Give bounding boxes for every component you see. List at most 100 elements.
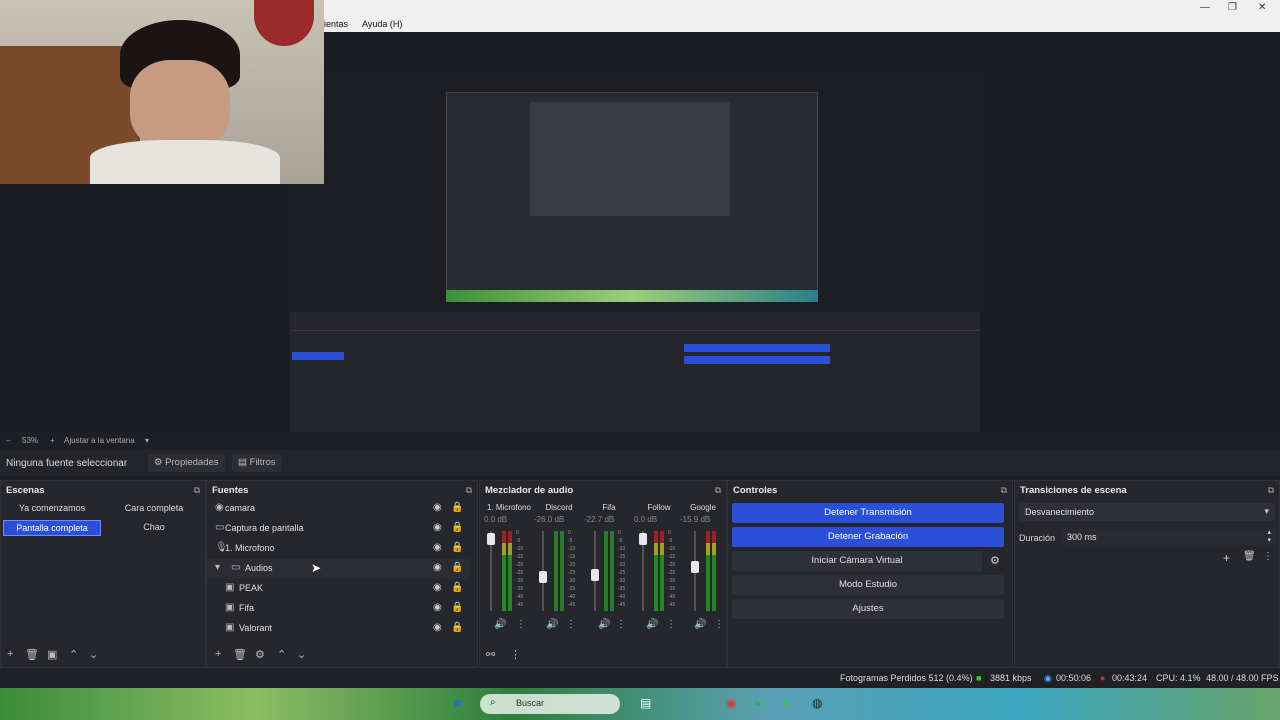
add-scene-icon[interactable]: + — [7, 648, 13, 660]
fit-to-window[interactable]: Ajustar a la ventana — [64, 436, 135, 445]
more-icon[interactable]: ⋮ — [510, 648, 521, 661]
duration-input[interactable]: 300 ms ▴ ▾ — [1061, 529, 1275, 545]
spotify-icon[interactable]: ● — [754, 696, 761, 710]
stop-stream-button[interactable]: Detener Transmisión — [732, 503, 1004, 523]
source-item-peak[interactable]: ▣ PEAK ◉ 🔒 — [207, 579, 469, 599]
scene-chao[interactable]: Chao — [105, 520, 203, 536]
more-icon[interactable]: ⋮ — [666, 619, 676, 630]
dock-menu-icon[interactable]: ⧉ — [194, 485, 200, 496]
close-button[interactable]: ✕ — [1258, 2, 1266, 13]
speaker-icon[interactable]: 🔊 — [546, 619, 558, 630]
source-item-captura[interactable]: ▭ Captura de pantalla ◉ 🔒 — [207, 519, 469, 539]
lock-icon[interactable]: 🔒 — [451, 542, 463, 553]
source-item-camara[interactable]: ◉ camara ◉ 🔒 — [207, 499, 469, 519]
gear-icon[interactable]: ⚙ — [990, 554, 1000, 567]
eye-icon[interactable]: ◉ — [433, 562, 442, 573]
eye-icon[interactable]: ◉ — [433, 502, 442, 513]
filters-button[interactable]: ▤ Filtros — [232, 454, 282, 472]
move-down-icon[interactable]: ⌄ — [297, 648, 306, 661]
chrome-icon[interactable]: ◉ — [726, 696, 736, 710]
menu-help[interactable]: Ayuda (H) — [362, 19, 402, 29]
start-icon[interactable]: ■ — [454, 696, 461, 710]
stepper-icon[interactable]: ▴ ▾ — [1267, 529, 1271, 545]
volume-fader[interactable] — [591, 569, 599, 581]
zoom-plus-button[interactable]: + — [50, 436, 55, 445]
source-item-fifa[interactable]: ▣ Fifa ◉ 🔒 — [207, 599, 469, 619]
volume-fader[interactable] — [487, 533, 495, 545]
level-meter — [660, 531, 664, 611]
more-icon[interactable]: ⋮ — [1263, 551, 1273, 562]
source-item-microfono[interactable]: 🎙 1. Microfono ◉ 🔒 — [207, 539, 469, 559]
virtual-camera-button[interactable]: Iniciar Cámara Virtual — [732, 551, 982, 571]
lock-icon[interactable]: 🔒 — [451, 602, 463, 613]
dock-menu-icon[interactable]: ⧉ — [1268, 485, 1274, 496]
speaker-icon[interactable]: 🔊 — [598, 619, 610, 630]
speaker-icon[interactable]: 🔊 — [694, 619, 706, 630]
taskview-icon[interactable]: ▤ — [640, 696, 651, 710]
eye-icon[interactable]: ◉ — [433, 622, 442, 633]
trash-icon[interactable]: 🗑 — [1243, 551, 1256, 562]
gear-icon: ⚙ — [154, 457, 163, 468]
mixer-channel-discord: Discord -26.0 dB 0 -5 -10 -15 -20 -25 -30 -35 -4… — [534, 501, 584, 641]
scene-cara-completa[interactable]: Cara completa — [105, 501, 203, 517]
duration-value: 300 ms — [1067, 532, 1097, 542]
add-source-icon[interactable]: + — [215, 648, 221, 660]
maximize-button[interactable]: ❐ — [1228, 2, 1237, 13]
move-down-icon[interactable]: ⌄ — [89, 648, 98, 661]
chevron-down-icon[interactable]: ▾ — [215, 562, 220, 573]
move-up-icon[interactable]: ⌃ — [277, 648, 286, 661]
volume-fader[interactable] — [691, 561, 699, 573]
channel-db: -26.0 dB — [534, 515, 565, 524]
whatsapp-icon[interactable]: ● — [782, 696, 789, 710]
gear-icon[interactable]: ⚙ — [255, 648, 265, 661]
more-icon[interactable]: ⋮ — [566, 619, 576, 630]
lock-icon[interactable]: 🔒 — [451, 582, 463, 593]
settings-button[interactable]: Ajustes — [732, 599, 1004, 619]
webcam-feed — [0, 0, 324, 184]
lock-icon[interactable]: 🔒 — [451, 562, 463, 573]
dock-menu-icon[interactable]: ⧉ — [715, 485, 721, 496]
no-source-label: Ninguna fuente seleccionar — [6, 458, 128, 469]
dock-menu-icon[interactable]: ⧉ — [1001, 485, 1007, 496]
stop-record-button[interactable]: Detener Grabación — [732, 527, 1004, 547]
minimize-button[interactable]: — — [1200, 2, 1210, 13]
preview-canvas[interactable] — [290, 72, 980, 460]
speaker-icon[interactable]: 🔊 — [494, 619, 506, 630]
volume-fader[interactable] — [639, 533, 647, 545]
eye-icon[interactable]: ◉ — [433, 602, 442, 613]
properties-button[interactable]: ⚙ Propiedades — [148, 454, 225, 472]
level-meter — [502, 531, 506, 611]
scene-pantalla-completa[interactable]: Pantalla completa — [3, 520, 101, 536]
level-meter — [654, 531, 658, 611]
obs-icon[interactable]: ◍ — [812, 696, 822, 710]
more-icon[interactable]: ⋮ — [616, 619, 626, 630]
eye-icon[interactable]: ◉ — [433, 582, 442, 593]
dock-menu-icon[interactable]: ⧉ — [466, 485, 472, 496]
speaker-icon[interactable]: 🔊 — [646, 619, 658, 630]
source-item-audios[interactable]: ▾ ▭ Audios ◉ 🔒 — [207, 559, 469, 579]
scene-filter-icon[interactable]: ▣ — [47, 648, 57, 661]
lock-icon[interactable]: 🔒 — [451, 502, 463, 513]
more-icon[interactable]: ⋮ — [714, 619, 724, 630]
eye-icon[interactable]: ◉ — [433, 542, 442, 553]
lock-icon[interactable]: 🔒 — [451, 622, 463, 633]
lock-icon[interactable]: 🔒 — [451, 522, 463, 533]
menu-tools[interactable]: ientas — [324, 19, 348, 29]
trash-icon[interactable]: 🗑 — [233, 648, 247, 661]
studio-mode-button[interactable]: Modo Estudio — [732, 575, 1004, 595]
trash-icon[interactable]: 🗑 — [25, 648, 39, 661]
add-transition-icon[interactable]: + — [1223, 551, 1230, 565]
volume-fader[interactable] — [539, 571, 547, 583]
zoom-minus-button[interactable]: – — [6, 436, 10, 445]
more-icon[interactable]: ⋮ — [516, 619, 526, 630]
channel-name: Discord — [545, 503, 573, 512]
webcam-person-shirt — [90, 140, 280, 184]
move-up-icon[interactable]: ⌃ — [69, 648, 78, 661]
link-icon[interactable]: ⚯ — [486, 648, 495, 661]
taskbar-search[interactable]: ⌕ Buscar — [480, 694, 620, 714]
eye-icon[interactable]: ◉ — [433, 522, 442, 533]
scene-ya-comenzamos[interactable]: Ya comenzamos — [3, 501, 101, 517]
chevron-down-icon[interactable]: ▾ — [145, 436, 149, 445]
source-item-valorant[interactable]: ▣ Valorant ◉ 🔒 — [207, 619, 469, 639]
transition-select[interactable]: Desvanecimiento ▾ — [1019, 503, 1275, 521]
